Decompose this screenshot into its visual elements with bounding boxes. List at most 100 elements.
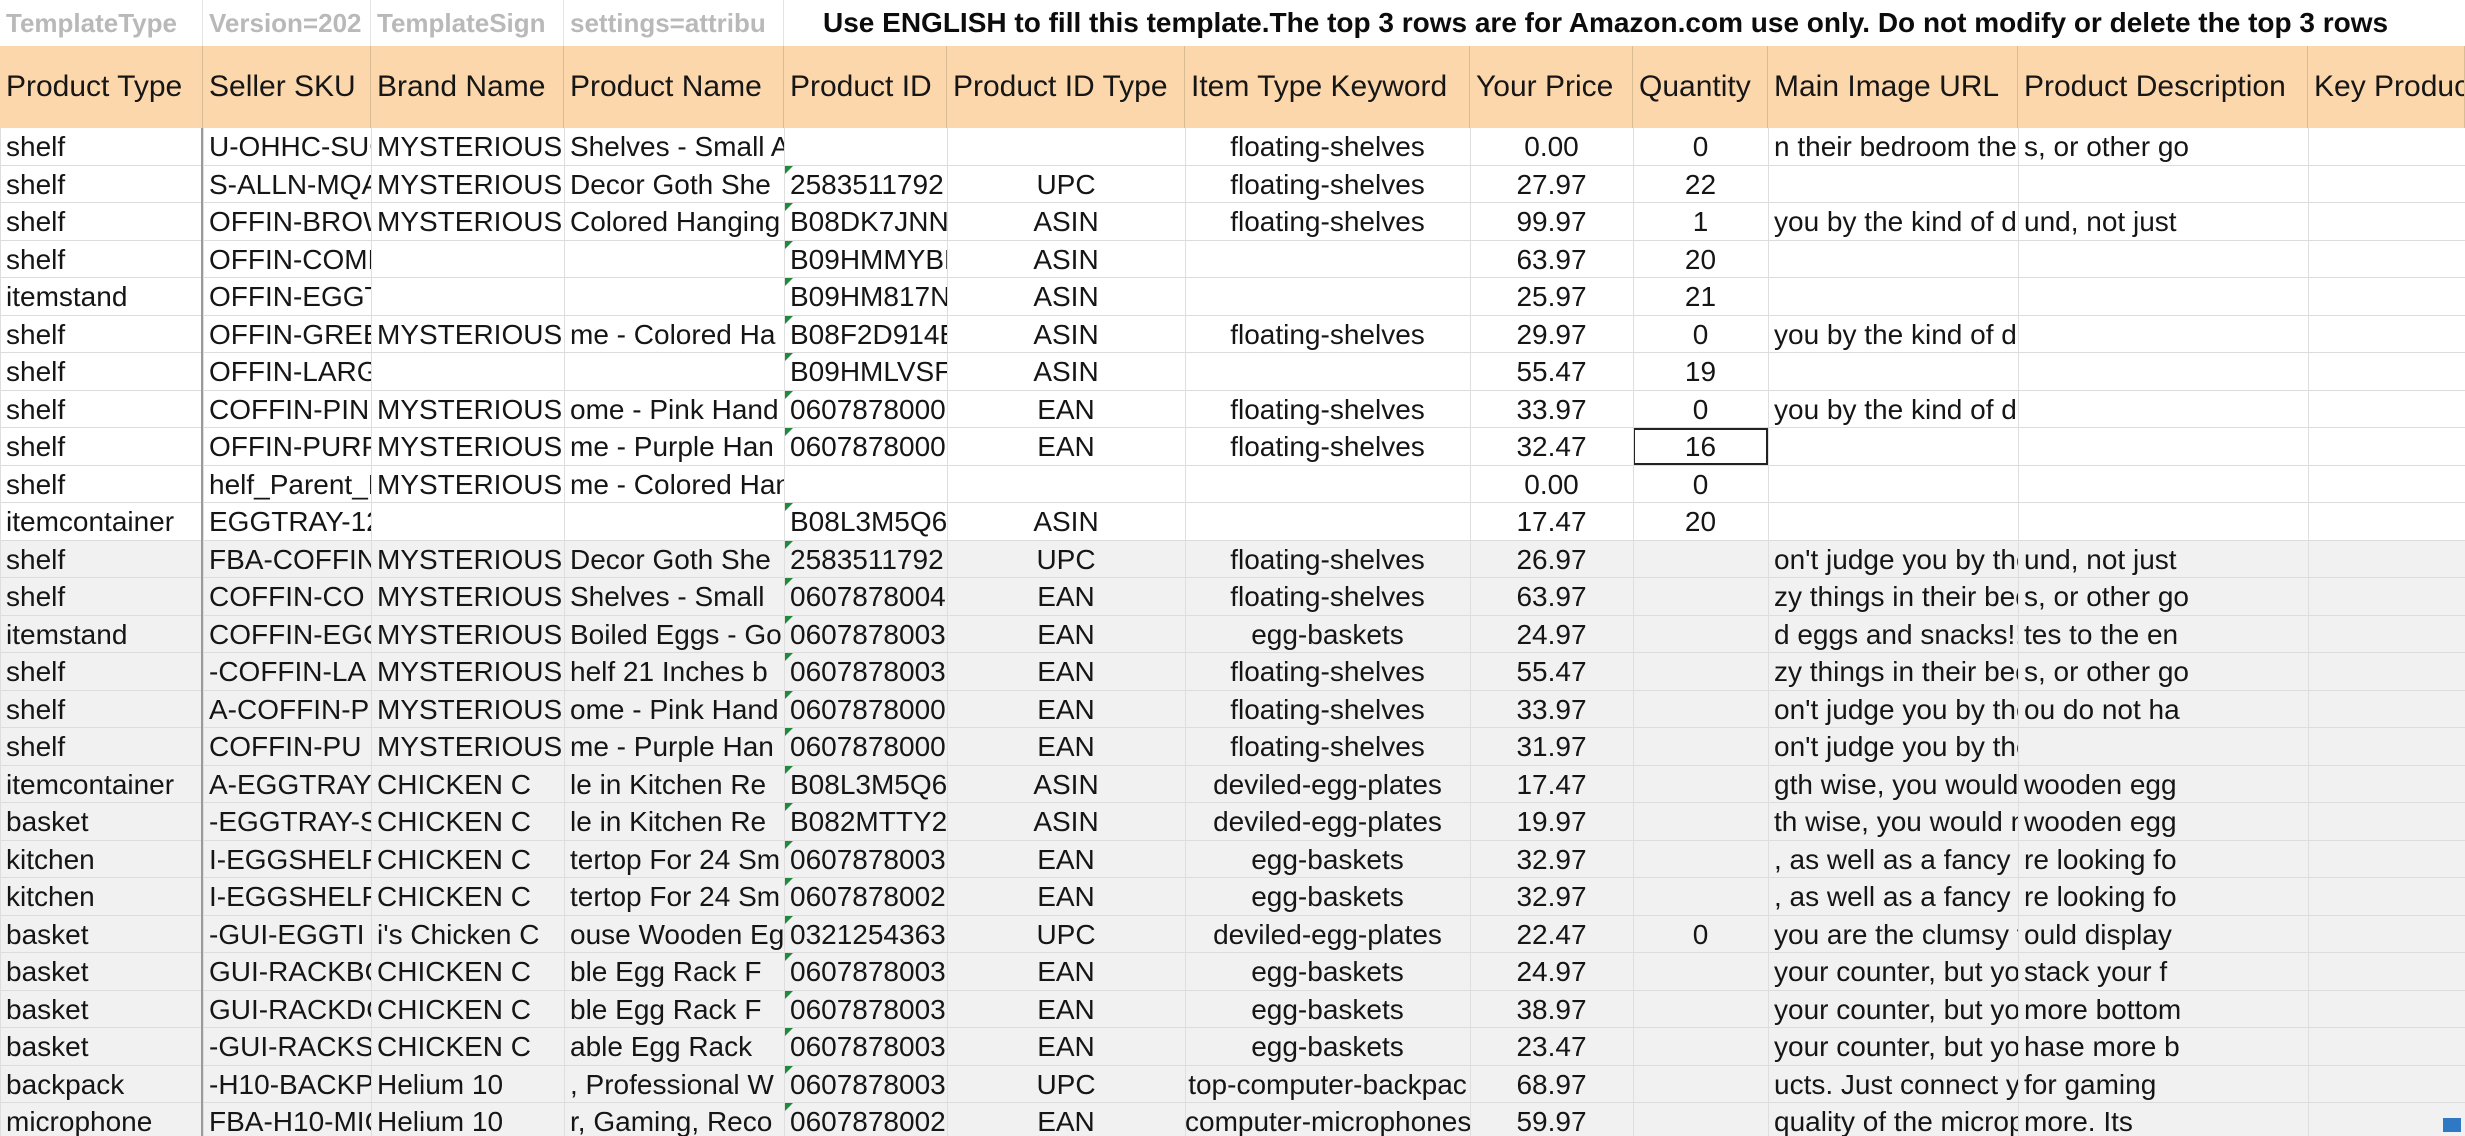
- cell-product-description[interactable]: [2018, 466, 2308, 503]
- cell-main-image-url[interactable]: [1768, 466, 2018, 503]
- cell-item-type-keyword[interactable]: egg-baskets: [1185, 616, 1470, 653]
- cell-brand-name[interactable]: Helium 10: [371, 1103, 564, 1136]
- meta-cell-settings[interactable]: settings=attribu: [564, 0, 784, 46]
- table-row[interactable]: shelf COFFIN-PIN MYSTERIOUS ome - Pink Hand…: [0, 390, 2465, 428]
- cell-item-type-keyword[interactable]: egg-baskets: [1185, 991, 1470, 1028]
- cell-seller-sku[interactable]: -H10-BACKP: [203, 1066, 371, 1103]
- cell-brand-name[interactable]: [371, 278, 564, 316]
- cell-brand-name[interactable]: MYSTERIOUS: [371, 578, 564, 616]
- cell-product-id-type[interactable]: EAN: [947, 728, 1185, 766]
- table-row[interactable]: shelfhelf_Parent_MMYSTERIOUSme - Colored…: [0, 466, 2465, 503]
- cell-product-id[interactable]: 0607878004 0: [784, 578, 947, 616]
- cell-product-id-type[interactable]: EAN: [947, 578, 1185, 616]
- cell-quantity[interactable]: 0: [1633, 466, 1768, 503]
- cell-product-name[interactable]: le in Kitchen Re: [564, 803, 784, 841]
- cell-item-type-keyword[interactable]: floating-shelves: [1185, 428, 1470, 466]
- cell-your-price[interactable]: 99.97: [1470, 203, 1633, 241]
- cell-quantity[interactable]: [1633, 878, 1768, 916]
- table-row[interactable]: shelf COFFIN-CO MYSTERIOUS Shelves - Small 0…: [0, 578, 2465, 616]
- cell-product-description[interactable]: more. Its: [2018, 1103, 2308, 1136]
- cell-item-type-keyword[interactable]: floating-shelves: [1185, 203, 1470, 241]
- cell-key-product[interactable]: [2308, 428, 2465, 466]
- cell-brand-name[interactable]: i's Chicken C: [371, 916, 564, 953]
- cell-item-type-keyword[interactable]: computer-microphones: [1185, 1103, 1470, 1136]
- cell-your-price[interactable]: 32.47: [1470, 428, 1633, 466]
- cell-key-product[interactable]: [2308, 128, 2465, 166]
- cell-quantity[interactable]: 0: [1633, 316, 1768, 353]
- cell-product-description[interactable]: [2018, 428, 2308, 466]
- cell-product-id[interactable]: B08L3M5Q6C: [784, 765, 947, 803]
- cell-product-type[interactable]: itemcontainer: [0, 766, 203, 803]
- cell-product-id[interactable]: B082MTTY2T: [784, 803, 947, 841]
- cell-quantity[interactable]: [1633, 1066, 1768, 1103]
- table-row[interactable]: itemstandOFFIN-EGGTRAY B09HM817NIASIN 25.9…: [0, 278, 2465, 316]
- cell-your-price[interactable]: 55.47: [1470, 353, 1633, 391]
- cell-product-name[interactable]: Shelves - Small: [564, 578, 784, 616]
- cell-product-id[interactable]: [784, 128, 947, 166]
- cell-product-type[interactable]: shelf: [0, 166, 203, 203]
- cell-quantity[interactable]: 0: [1633, 916, 1768, 953]
- cell-item-type-keyword[interactable]: floating-shelves: [1185, 541, 1470, 578]
- cell-product-name[interactable]: [564, 353, 784, 391]
- cell-product-id[interactable]: B09HMLVSFY: [784, 353, 947, 391]
- cell-item-type-keyword[interactable]: floating-shelves: [1185, 166, 1470, 203]
- column-header-product-name[interactable]: Product Name: [564, 46, 784, 128]
- cell-product-id-type[interactable]: EAN: [947, 391, 1185, 428]
- table-row[interactable]: basket -GUI-EGGTI i's Chicken Couse Wooden…: [0, 915, 2465, 953]
- cell-key-product[interactable]: [2308, 841, 2465, 878]
- cell-key-product[interactable]: [2308, 1066, 2465, 1103]
- table-row[interactable]: microphone FBA-H10-MIC Helium 10 r, Gaming,…: [0, 1103, 2465, 1136]
- cell-key-product[interactable]: [2308, 991, 2465, 1028]
- cell-product-id[interactable]: 0607878003 4: [784, 615, 947, 653]
- cell-main-image-url[interactable]: you by the kind of decoration you use! Y…: [1768, 316, 2018, 353]
- cell-item-type-keyword[interactable]: floating-shelves: [1185, 728, 1470, 766]
- cell-product-name[interactable]: me - Purple Han: [564, 728, 784, 766]
- cell-key-product[interactable]: [2308, 241, 2465, 278]
- cell-product-id[interactable]: 0607878000 4: [784, 690, 947, 728]
- cell-brand-name[interactable]: MYSTERIOUS: [371, 428, 564, 466]
- cell-item-type-keyword[interactable]: floating-shelves: [1185, 316, 1470, 353]
- cell-main-image-url[interactable]: zy things in their bedroom these days: g…: [1768, 578, 2018, 616]
- cell-product-type[interactable]: shelf: [0, 691, 203, 728]
- cell-product-name[interactable]: me - Purple Han: [564, 428, 784, 466]
- cell-seller-sku[interactable]: I-EGGSHELF: [203, 878, 371, 916]
- cell-item-type-keyword[interactable]: egg-baskets: [1185, 953, 1470, 991]
- cell-product-id-type[interactable]: UPC: [947, 541, 1185, 578]
- cell-brand-name[interactable]: Helium 10: [371, 1066, 564, 1103]
- cell-item-type-keyword[interactable]: [1185, 241, 1470, 278]
- table-row[interactable]: shelfOFFIN-COMBO B09HMMYBPASIN 63.9720: [0, 240, 2465, 278]
- cell-brand-name[interactable]: MYSTERIOUS: [371, 691, 564, 728]
- cell-product-name[interactable]: [564, 503, 784, 541]
- cell-main-image-url[interactable]: [1768, 428, 2018, 466]
- cell-key-product[interactable]: [2308, 203, 2465, 241]
- cell-quantity[interactable]: [1633, 728, 1768, 766]
- cell-quantity[interactable]: [1633, 1103, 1768, 1136]
- table-row[interactable]: shelf FBA-COFFIN MYSTERIOUS Decor Goth She 2…: [0, 540, 2465, 578]
- cell-product-description[interactable]: tes to the en: [2018, 616, 2308, 653]
- cell-quantity[interactable]: [1633, 691, 1768, 728]
- column-header-seller-sku[interactable]: Seller SKU: [203, 46, 371, 128]
- cell-item-type-keyword[interactable]: deviled-egg-plates: [1185, 803, 1470, 841]
- table-row[interactable]: itemstand COFFIN-EGG MYSTERIOUS Boiled Eggs…: [0, 615, 2465, 653]
- cell-product-description[interactable]: wooden egg: [2018, 803, 2308, 841]
- cell-product-type[interactable]: backpack: [0, 1066, 203, 1103]
- cell-brand-name[interactable]: MYSTERIOUS: [371, 391, 564, 428]
- cell-product-type[interactable]: basket: [0, 803, 203, 841]
- cell-product-id-type[interactable]: EAN: [947, 991, 1185, 1028]
- cell-product-id[interactable]: 0607878002 9: [784, 878, 947, 916]
- cell-product-description[interactable]: stack your f: [2018, 953, 2308, 991]
- cell-product-name[interactable]: me - Colored Ha: [564, 316, 784, 353]
- cell-product-id[interactable]: 0607878000 4: [784, 390, 947, 428]
- cell-brand-name[interactable]: CHICKEN C: [371, 803, 564, 841]
- cell-product-type[interactable]: shelf: [0, 241, 203, 278]
- column-header-product-id[interactable]: Product ID: [784, 46, 947, 128]
- cell-main-image-url[interactable]: on't judge you by the kind of decoration…: [1768, 691, 2018, 728]
- cell-product-id-type[interactable]: EAN: [947, 616, 1185, 653]
- cell-quantity[interactable]: [1633, 991, 1768, 1028]
- cell-product-id[interactable]: 0607878003 9: [784, 653, 947, 691]
- table-row[interactable]: itemcontainerA-EGGTRAYSCHICKEN Cle in Ki…: [0, 765, 2465, 803]
- cell-your-price[interactable]: 27.97: [1470, 166, 1633, 203]
- cell-key-product[interactable]: [2308, 466, 2465, 503]
- cell-product-name[interactable]: tertop For 24 Sm: [564, 878, 784, 916]
- cell-product-type[interactable]: shelf: [0, 428, 203, 466]
